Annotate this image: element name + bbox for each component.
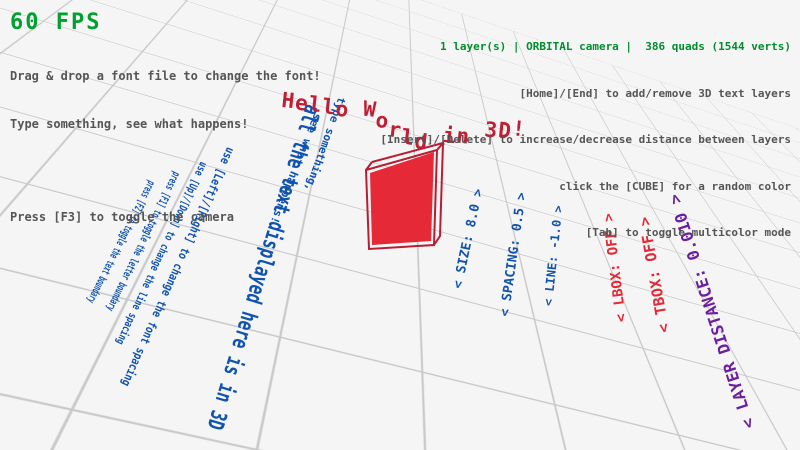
help-drag-drop-font: Drag & drop a font file to change the fo… (10, 68, 321, 84)
help-left-spacer (10, 164, 321, 177)
help-type-something: Type something, see what happens! (10, 116, 321, 132)
help-multicolor-mode: [Tab] to toggle multicolor mode (380, 225, 791, 241)
fps-counter: 60 FPS (10, 10, 101, 35)
help-toggle-camera: Press [F3] to toggle the camera (10, 209, 321, 225)
help-right-block: 1 layer(s) | ORBITAL camera | 386 quads … (380, 8, 791, 256)
status-line: 1 layer(s) | ORBITAL camera | 386 quads … (380, 39, 791, 55)
help-layer-distance-keys: [Insert]/[Delete] to increase/decrease d… (380, 132, 791, 148)
help-add-remove-layers: [Home]/[End] to add/remove 3D text layer… (380, 86, 791, 102)
help-left-block: Drag & drop a font file to change the fo… (10, 36, 321, 241)
text-draw-3d-demo-window: { "colors": { "background": "#f5f5f5", "… (0, 0, 800, 450)
help-cube-random-color: click the [CUBE] for a random color (380, 179, 791, 195)
